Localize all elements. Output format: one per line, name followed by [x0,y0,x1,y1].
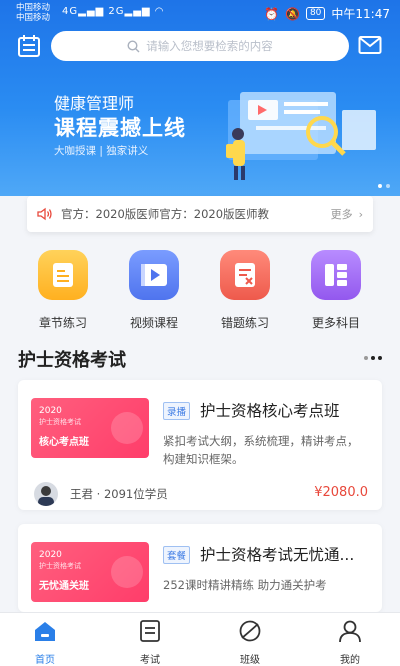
dot-active [378,356,382,360]
more-label: 更多 [330,208,353,221]
section-title: 护士资格考试 [18,350,126,371]
carrier-2: 中国移动 [16,13,51,23]
quick-entry-grid: 章节练习 视频课程 错题练习 更多科目 [0,250,400,340]
section-more-indicator[interactable] [364,356,382,360]
carrier-1: 中国移动 [16,3,51,13]
chapter-icon [38,250,88,300]
message-button[interactable] [358,35,382,55]
cover-subtitle: 护士资格考试 [39,562,81,570]
announcement-more-link[interactable]: 更多 › [331,206,363,222]
cover-name: 无忧通关班 [39,581,89,592]
dot-active [371,356,375,360]
banner-title-large: 课程震撼上线 [54,116,186,140]
tab-label: 考试 [140,655,160,666]
cover-decoration [111,556,143,588]
course-card[interactable]: 2020 护士资格考试 无忧通关班 套餐 护士资格考试无忧通... 252课时精… [18,524,382,612]
cover-year: 2020 [39,550,62,560]
video-icon [129,250,179,300]
class-icon [239,620,261,642]
calendar-icon [18,35,40,57]
quick-entry-more-subjects[interactable]: 更多科目 [296,250,376,331]
teacher-info: 王君 · 2091位学员 [70,487,168,501]
more-subjects-icon [311,250,361,300]
quick-entry-label: 章节练习 [38,316,87,330]
home-icon [35,622,55,641]
quick-entry-video-course[interactable]: 视频课程 [114,250,194,331]
calendar-button[interactable] [16,33,42,59]
carrier-info: 中国移动 中国移动 [16,3,50,23]
tab-profile[interactable]: 我的 [310,619,390,666]
battery-indicator: 80 [305,7,326,20]
mute-icon: 🔕 [285,6,300,21]
search-bar[interactable]: 请输入您想要检索的内容 [51,31,349,61]
quick-entry-label: 视频课程 [129,316,178,330]
exam-icon [140,620,160,642]
page-dot-active[interactable] [378,184,382,188]
tab-exam[interactable]: 考试 [110,619,190,666]
cover-subtitle: 护士资格考试 [39,418,81,426]
cover-name: 核心考点班 [39,437,89,448]
banner-pagination [378,184,390,188]
cover-decoration [111,412,143,444]
course-title: 护士资格考试无忧通... [200,546,355,564]
quick-entry-label: 错题练习 [220,316,269,330]
announcement-text: 官方：2020版医师官方：2020版医师教 [61,207,270,221]
quick-entry-label: 更多科目 [311,316,360,330]
mail-icon [358,36,382,54]
course-price: ¥2080.0 [314,485,368,500]
status-right: ⏰ 🔕 80 中午11:47 [264,5,390,22]
speaker-icon [37,207,52,221]
dot [364,356,368,360]
tab-label: 首页 [35,655,55,666]
banner-subtitle: 大咖授课 | 独家讲义 [54,145,149,157]
tab-label: 我的 [340,655,360,666]
quick-entry-chapter-practice[interactable]: 章节练习 [23,250,103,331]
status-bar: 中国移动 中国移动 4G▂▄▆ 2G▂▄▆ ◠ ⏰ 🔕 80 中午11:47 [0,0,400,26]
search-placeholder: 请输入您想要检索的内容 [146,39,273,53]
course-type-tag: 录播 [163,402,191,420]
banner-title-small: 健康管理师 [54,94,135,113]
course-card[interactable]: 2020 护士资格考试 核心考点班 录播 护士资格核心考点班 紧扣考试大纲，系统… [18,380,382,510]
signal-icons: 4G▂▄▆ 2G▂▄▆ ◠ [62,6,165,17]
teacher-avatar [34,482,58,506]
signal-2-label: 2G [108,6,125,17]
bottom-tab-bar: 首页 考试 班级 我的 [0,612,400,666]
wrong-question-icon [220,250,270,300]
course-cover: 2020 护士资格考试 无忧通关班 [31,542,149,602]
course-description: 252课时精讲精练 助力通关护考 [163,578,327,592]
search-icon [127,39,140,52]
signal-1-label: 4G [62,6,79,17]
course-title: 护士资格核心考点班 [200,402,340,420]
page-dot[interactable] [386,184,390,188]
user-icon [339,620,361,643]
cover-year: 2020 [39,406,62,416]
chevron-right-icon: › [358,207,363,221]
alarm-icon: ⏰ [264,6,279,21]
quick-entry-wrong-questions[interactable]: 错题练习 [205,250,285,331]
tab-class[interactable]: 班级 [210,619,290,666]
course-type-tag: 套餐 [163,546,191,564]
announcement-bar[interactable]: 官方：2020版医师官方：2020版医师教 更多 › [27,196,373,232]
tab-home[interactable]: 首页 [5,619,85,666]
tab-label: 班级 [240,655,260,666]
course-cover: 2020 护士资格考试 核心考点班 [31,398,149,458]
course-description: 紧扣考试大纲，系统梳理，精讲考点，构建知识框架。 [163,434,359,466]
status-time: 中午11:47 [331,7,390,21]
